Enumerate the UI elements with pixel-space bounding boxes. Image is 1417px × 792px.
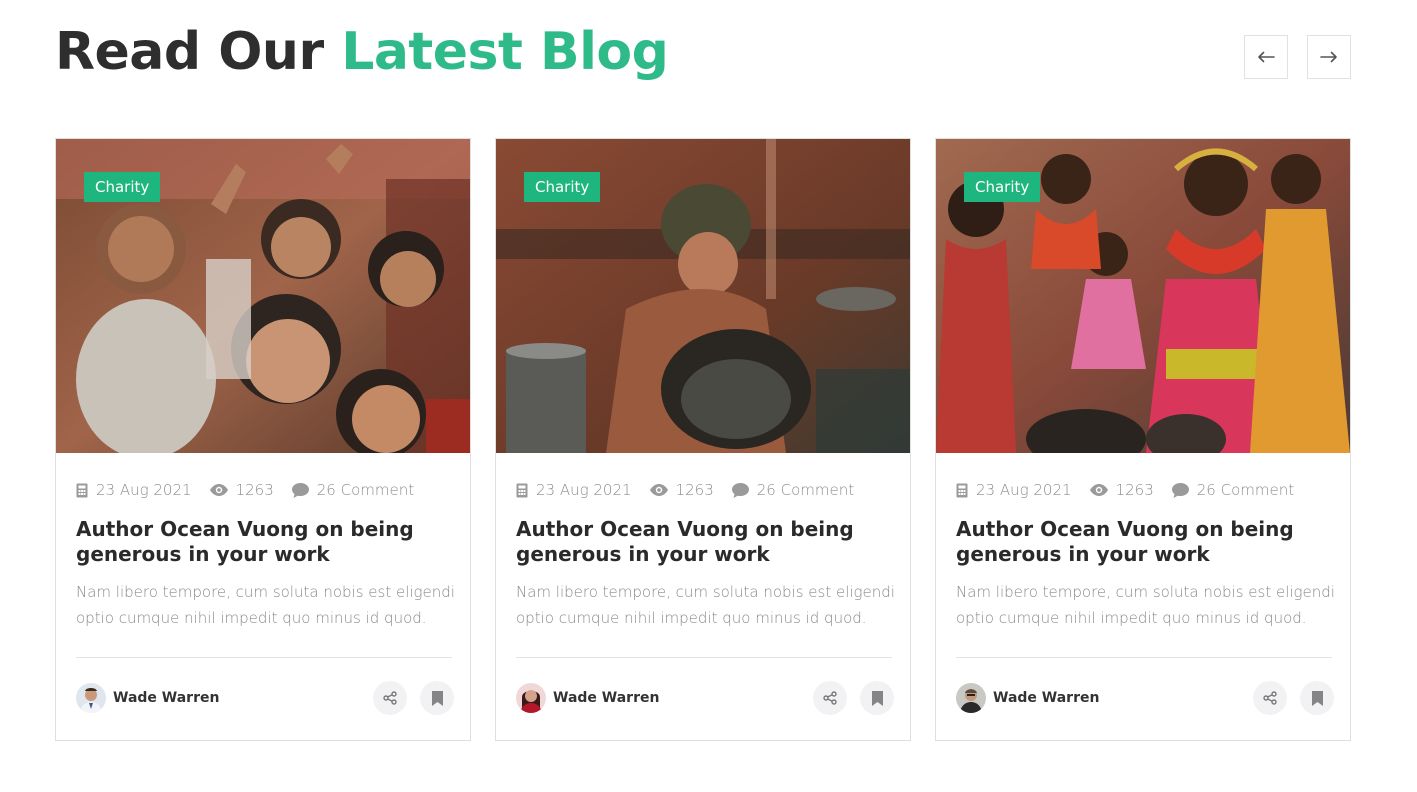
next-button[interactable] (1307, 35, 1351, 79)
author-name: Wade Warren (993, 690, 1100, 706)
author-name: Wade Warren (113, 690, 220, 706)
post-views: 1263 (235, 481, 274, 499)
post-author[interactable]: Wade Warren (956, 683, 1099, 713)
post-actions (813, 681, 894, 715)
post-actions (1253, 681, 1334, 715)
post-title[interactable]: Author Ocean Vuong on being generous in … (76, 517, 452, 567)
blog-card-image[interactable]: Charity (936, 139, 1350, 453)
arrow-left-icon (1258, 51, 1275, 63)
post-views: 1263 (1115, 481, 1154, 499)
post-author[interactable]: Wade Warren (76, 683, 219, 713)
post-comments[interactable]: 26 Comment (317, 481, 414, 499)
share-button[interactable] (373, 681, 407, 715)
post-title[interactable]: Author Ocean Vuong on being generous in … (956, 517, 1332, 567)
share-button[interactable] (813, 681, 847, 715)
share-icon (383, 691, 397, 705)
section-heading: Read Our Latest Blog (55, 18, 669, 86)
heading-text: Read Our (55, 22, 342, 82)
blog-card: Charity 23 Aug 2021 1263 26 Comment Auth… (935, 138, 1351, 741)
post-views: 1263 (675, 481, 714, 499)
blog-card-image[interactable]: Charity (56, 139, 470, 453)
bookmark-button[interactable] (420, 681, 454, 715)
post-meta: 23 Aug 2021 1263 26 Comment (76, 479, 414, 501)
category-tag[interactable]: Charity (524, 172, 601, 202)
divider (956, 657, 1332, 658)
comment-icon (291, 482, 309, 498)
avatar (516, 683, 546, 713)
post-excerpt: Nam libero tempore, cum soluta nobis est… (956, 583, 1335, 627)
post-date: 23 Aug 2021 (96, 481, 192, 499)
heading-accent-text: Latest Blog (341, 22, 669, 82)
post-comments[interactable]: 26 Comment (757, 481, 854, 499)
post-comments[interactable]: 26 Comment (1197, 481, 1294, 499)
post-actions (373, 681, 454, 715)
comment-icon (1171, 482, 1189, 498)
comment-icon (731, 482, 749, 498)
arrow-right-icon (1320, 51, 1337, 63)
post-excerpt: Nam libero tempore, cum soluta nobis est… (76, 583, 455, 627)
eye-icon (1089, 484, 1108, 496)
calendar-icon (76, 483, 88, 498)
author-name: Wade Warren (553, 690, 660, 706)
post-date: 23 Aug 2021 (536, 481, 632, 499)
share-icon (1263, 691, 1277, 705)
post-date: 23 Aug 2021 (976, 481, 1072, 499)
calendar-icon (956, 483, 968, 498)
avatar (76, 683, 106, 713)
blog-card: Charity 23 Aug 2021 1263 26 Comment Auth… (495, 138, 911, 741)
divider (76, 657, 452, 658)
post-excerpt: Nam libero tempore, cum soluta nobis est… (516, 583, 895, 627)
bookmark-button[interactable] (860, 681, 894, 715)
divider (516, 657, 892, 658)
blog-card: Charity 23 Aug 2021 1263 26 Comment Auth… (55, 138, 471, 741)
category-tag[interactable]: Charity (964, 172, 1041, 202)
bookmark-icon (1311, 690, 1323, 706)
blog-card-image[interactable]: Charity (496, 139, 910, 453)
post-title[interactable]: Author Ocean Vuong on being generous in … (516, 517, 892, 567)
category-tag[interactable]: Charity (84, 172, 161, 202)
calendar-icon (516, 483, 528, 498)
bookmark-icon (431, 690, 443, 706)
eye-icon (209, 484, 228, 496)
bookmark-button[interactable] (1300, 681, 1334, 715)
share-button[interactable] (1253, 681, 1287, 715)
avatar (956, 683, 986, 713)
bookmark-icon (871, 690, 883, 706)
eye-icon (649, 484, 668, 496)
previous-button[interactable] (1244, 35, 1288, 79)
share-icon (823, 691, 837, 705)
post-meta: 23 Aug 2021 1263 26 Comment (956, 479, 1294, 501)
blog-section: Read Our Latest Blog Charity 23 Aug 2021… (0, 0, 1417, 792)
post-author[interactable]: Wade Warren (516, 683, 659, 713)
post-meta: 23 Aug 2021 1263 26 Comment (516, 479, 854, 501)
